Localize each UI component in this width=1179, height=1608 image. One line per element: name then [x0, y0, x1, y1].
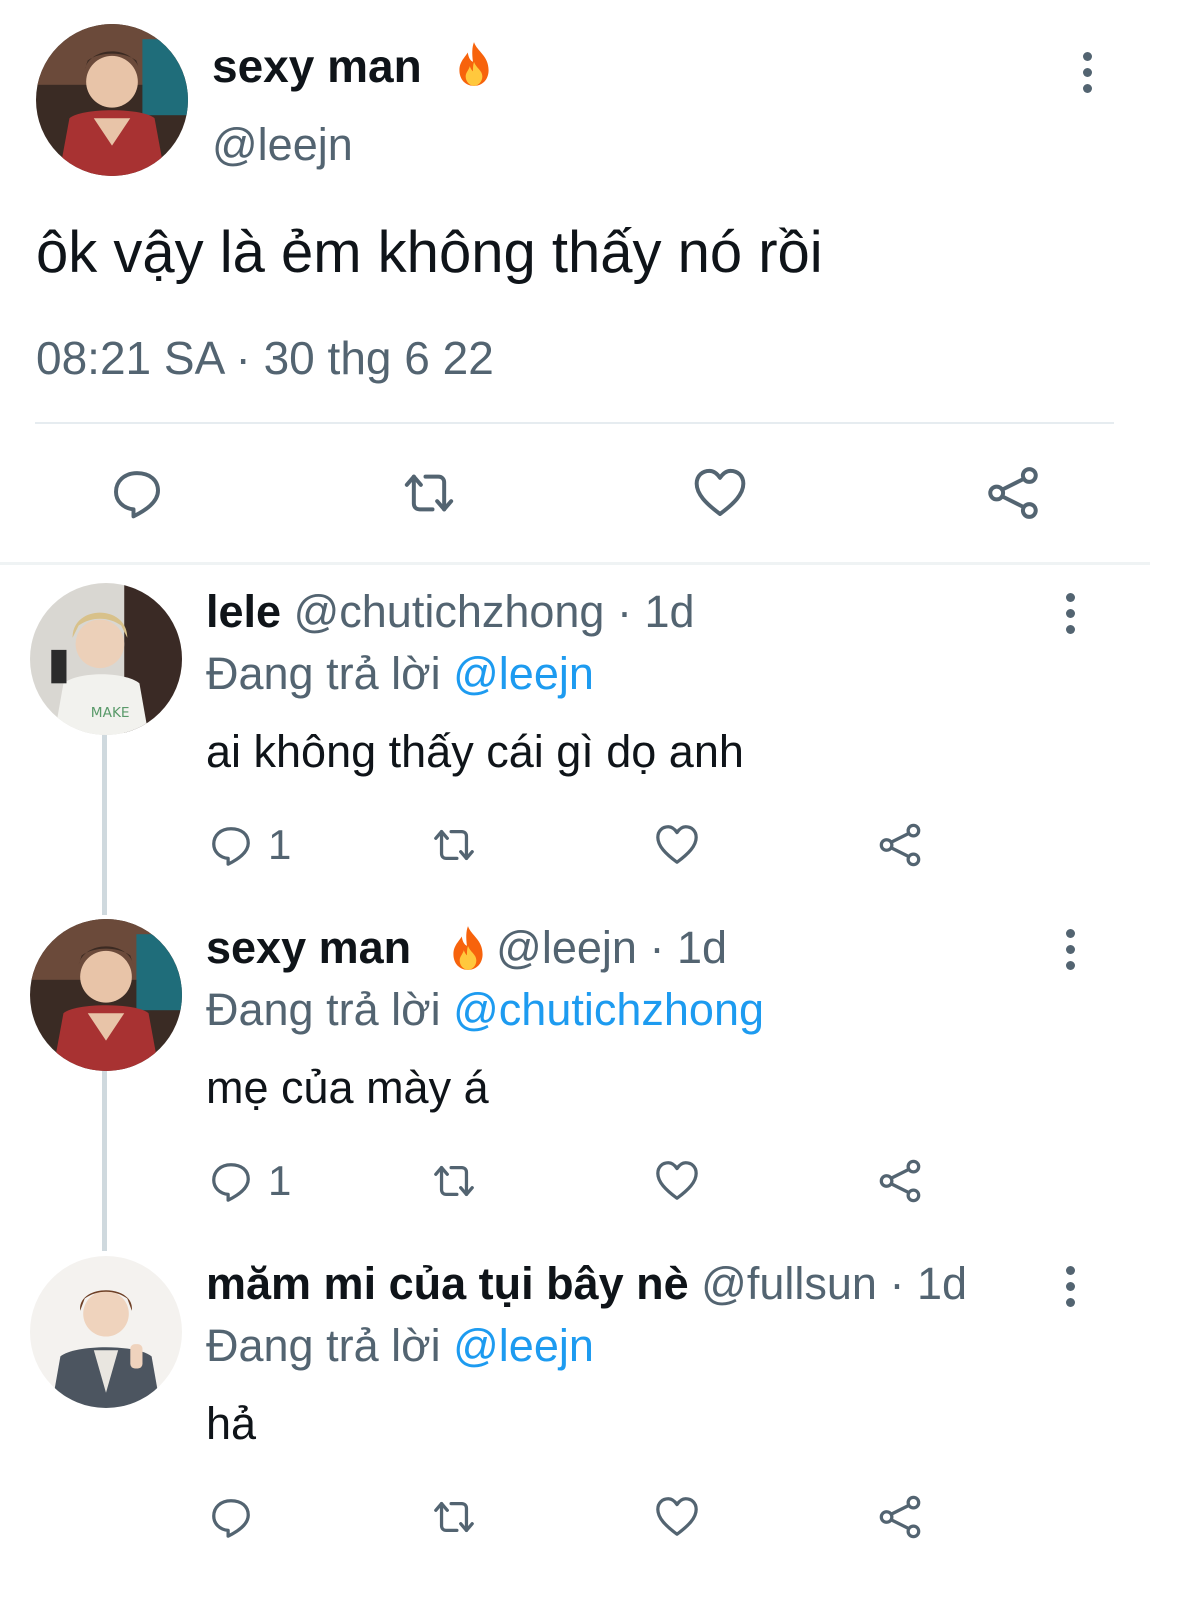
replying-to: Đang trả lời @leejn	[206, 648, 594, 699]
reply-header: lele @chutichzhong · 1d	[206, 584, 695, 640]
share-icon[interactable]	[877, 1494, 923, 1540]
tweet-timestamp[interactable]: 08:21 SA · 30 thg 6 22	[36, 330, 494, 386]
avatar-image: MAKE	[30, 583, 182, 735]
like-icon[interactable]	[654, 1158, 700, 1204]
reply-icon[interactable]	[208, 1158, 254, 1204]
reply-icon[interactable]	[208, 1494, 254, 1540]
author-name[interactable]: măm mi của tụi bây nè	[206, 1258, 689, 1309]
like-icon[interactable]	[654, 1494, 700, 1540]
author-name[interactable]: lele	[206, 586, 281, 637]
retweet-icon[interactable]	[428, 822, 480, 868]
divider	[35, 422, 1114, 424]
retweet-icon[interactable]	[399, 465, 459, 521]
reply-text: ai không thấy cái gì dọ anh	[206, 726, 744, 777]
mention-link[interactable]: @leejn	[453, 1320, 594, 1371]
author-handle[interactable]: @leejn	[496, 922, 637, 973]
share-icon[interactable]	[877, 822, 923, 868]
avatar-image	[30, 1256, 182, 1408]
replying-to: Đang trả lời @chutichzhong	[206, 984, 764, 1035]
avatar-image	[30, 919, 182, 1071]
share-icon[interactable]	[877, 1158, 923, 1204]
reply-age[interactable]: · 1d	[649, 922, 727, 973]
avatar[interactable]: MAKE	[30, 583, 182, 735]
fire-emoji	[449, 36, 499, 92]
retweet-icon[interactable]	[428, 1494, 480, 1540]
reply-age[interactable]: · 1d	[889, 1258, 967, 1309]
reply-icon[interactable]	[208, 822, 254, 868]
reply-text: hả	[206, 1398, 257, 1449]
reply-header: măm mi của tụi bây nè @fullsun · 1d	[206, 1256, 967, 1312]
like-icon[interactable]	[654, 822, 700, 868]
reply-icon[interactable]	[109, 465, 165, 521]
mention-link[interactable]: @chutichzhong	[453, 984, 764, 1035]
share-icon[interactable]	[985, 465, 1041, 521]
fire-emoji	[443, 920, 493, 976]
reply-count: 1	[268, 821, 292, 868]
retweet-icon[interactable]	[428, 1158, 480, 1204]
svg-text:MAKE: MAKE	[91, 705, 130, 721]
section-divider	[0, 562, 1150, 565]
more-icon[interactable]	[1058, 919, 1082, 979]
author-handle[interactable]: @chutichzhong	[294, 586, 605, 637]
avatar-image	[36, 24, 188, 176]
author-name[interactable]: sexy man	[206, 922, 411, 973]
thread-line	[102, 735, 107, 915]
replying-to: Đang trả lời @leejn	[206, 1320, 594, 1371]
mention-link[interactable]: @leejn	[453, 648, 594, 699]
thread-line	[102, 1071, 107, 1251]
more-icon[interactable]	[1075, 42, 1099, 102]
reply-age[interactable]: · 1d	[617, 586, 695, 637]
more-icon[interactable]	[1058, 1256, 1082, 1316]
author-handle[interactable]: @fullsun	[701, 1258, 877, 1309]
reply-count: 1	[268, 1157, 292, 1204]
author-name[interactable]: sexy man	[212, 38, 422, 94]
reply-text: mẹ của mày á	[206, 1062, 489, 1113]
avatar[interactable]	[30, 1256, 182, 1408]
author-handle[interactable]: @leejn	[212, 118, 353, 172]
tweet-text: ôk vậy là ẻm không thấy nó rồi	[36, 220, 823, 285]
like-icon[interactable]	[692, 465, 748, 521]
more-icon[interactable]	[1058, 583, 1082, 643]
avatar[interactable]	[30, 919, 182, 1071]
avatar[interactable]	[36, 24, 188, 176]
